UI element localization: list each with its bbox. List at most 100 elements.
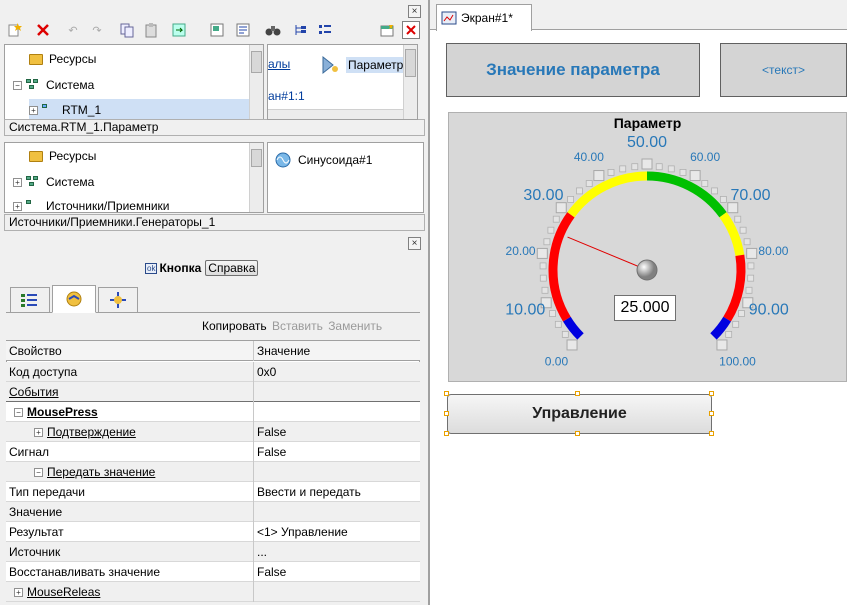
- help-button[interactable]: Справка: [205, 260, 259, 276]
- props-header: Свойство Значение: [6, 341, 420, 361]
- handle[interactable]: [444, 431, 449, 436]
- source-status: Источники/Приемники.Генераторы_1: [4, 214, 425, 231]
- close-icon[interactable]: [402, 21, 420, 39]
- new-menu-icon[interactable]: [6, 21, 24, 39]
- paste-icon[interactable]: [142, 21, 160, 39]
- gauge-minor-tick: [607, 169, 615, 176]
- header-value: Значение: [257, 344, 311, 358]
- gauge-minor-tick: [549, 310, 556, 317]
- gauge-tick-label: 40.00: [574, 150, 604, 164]
- panel-close-icon[interactable]: ×: [408, 5, 421, 18]
- prop-row-source[interactable]: Источник...: [6, 542, 420, 562]
- gauge-minor-tick: [631, 163, 639, 171]
- tree-item-rtm[interactable]: + RTM_1: [29, 99, 251, 119]
- button-object-icon: ok: [145, 262, 158, 274]
- expand-icon[interactable]: +: [34, 427, 43, 437]
- collapse-icon[interactable]: −: [34, 467, 43, 477]
- binoculars-icon[interactable]: [264, 21, 282, 39]
- tree-scrollbar[interactable]: [249, 45, 263, 119]
- handle[interactable]: [709, 391, 714, 396]
- source-scrollbar[interactable]: [249, 143, 263, 212]
- expand-icon[interactable]: +: [14, 587, 23, 597]
- tree-item-system[interactable]: − Система: [13, 75, 94, 95]
- prop-row-value[interactable]: Значение: [6, 502, 420, 522]
- copy-icon[interactable]: [118, 21, 136, 39]
- prop-row-mouserelease[interactable]: + MouseReleas: [6, 582, 420, 602]
- generator-panel[interactable]: Синусоида#1: [267, 142, 424, 213]
- prop-row-result[interactable]: Результат <1> Управление: [6, 522, 420, 542]
- system-icon: [26, 79, 40, 91]
- param-item[interactable]: Параметр: [320, 55, 406, 75]
- collapse-icon[interactable]: −: [14, 407, 23, 417]
- properties-tab-icon[interactable]: [10, 287, 50, 312]
- value-param-button[interactable]: Значение параметра: [446, 43, 700, 97]
- handle[interactable]: [575, 431, 580, 436]
- replace-link[interactable]: Заменить: [328, 319, 382, 333]
- handle[interactable]: [575, 391, 580, 396]
- list-icon[interactable]: [316, 21, 334, 39]
- editor-tab[interactable]: Экран#1*: [436, 4, 532, 31]
- expand-icon[interactable]: +: [13, 177, 22, 187]
- sinusoid-icon: [275, 152, 291, 168]
- handle[interactable]: [444, 391, 449, 396]
- tree-icon[interactable]: [292, 21, 310, 39]
- parameter-icon: [322, 55, 338, 75]
- list-fragment-bottom[interactable]: ан#1:1: [268, 89, 305, 103]
- props-actions: Копировать Вставить Заменить: [202, 319, 382, 333]
- gauge-band-low: [563, 316, 584, 340]
- gauge-band-warn-high: [723, 254, 746, 322]
- new-window-icon[interactable]: [378, 21, 396, 39]
- gauge-minor-tick: [745, 286, 753, 294]
- prop-row-transfer-type[interactable]: Тип передачи Ввести и передать: [6, 482, 420, 502]
- events-tab-icon[interactable]: [52, 285, 96, 313]
- gauge-major-tick: [593, 170, 605, 182]
- props-close-icon[interactable]: ×: [408, 237, 421, 250]
- prop-row-events[interactable]: События: [6, 382, 420, 402]
- gauge-major-tick: [566, 339, 578, 351]
- gauge-major-tick: [746, 247, 758, 259]
- delete-icon[interactable]: [34, 21, 52, 39]
- gauge-minor-tick: [719, 196, 727, 203]
- gauge-hub: [636, 259, 658, 281]
- source-tree[interactable]: Ресурсы + Система + Источники/Приемники: [4, 142, 264, 213]
- tree-item-resources[interactable]: Ресурсы: [29, 49, 96, 69]
- gauge-minor-tick: [543, 238, 551, 246]
- prop-row-pass-value[interactable]: − Передать значение: [6, 462, 420, 482]
- redo-icon[interactable]: ↷: [88, 21, 106, 39]
- find-icon[interactable]: [234, 21, 252, 39]
- prop-row-access-code[interactable]: Код доступа 0x0: [6, 362, 420, 382]
- source-item-resources[interactable]: Ресурсы: [29, 146, 96, 166]
- prop-row-confirm[interactable]: + Подтверждение False: [6, 422, 420, 442]
- folder-icon: [29, 53, 43, 65]
- source-item-io[interactable]: + Источники/Приемники: [13, 196, 169, 212]
- collapse-icon[interactable]: −: [13, 80, 22, 90]
- handle[interactable]: [709, 411, 714, 416]
- list-fragment-left[interactable]: алы: [268, 57, 290, 71]
- generator-item[interactable]: Синусоида#1: [274, 151, 372, 169]
- prop-row-restore[interactable]: Восстанавливать значение False: [6, 562, 420, 582]
- undo-icon[interactable]: ↶: [64, 21, 82, 39]
- prop-row-mousepress[interactable]: − MousePress: [6, 402, 420, 422]
- io-icon: [26, 200, 40, 212]
- transform-tab-icon[interactable]: [98, 287, 138, 312]
- prop-row-signal[interactable]: Сигнал False: [6, 442, 420, 462]
- system-icon: [26, 176, 40, 188]
- handle[interactable]: [709, 431, 714, 436]
- refresh-menu-icon[interactable]: [172, 21, 190, 39]
- handle[interactable]: [444, 411, 449, 416]
- list-vscroll[interactable]: [403, 45, 417, 119]
- text-button[interactable]: <текст>: [720, 43, 847, 97]
- paste-link[interactable]: Вставить: [272, 319, 323, 333]
- list-hscroll[interactable]: [268, 109, 405, 119]
- gauge-major-tick: [689, 170, 701, 182]
- properties-icon[interactable]: [208, 21, 226, 39]
- object-list-panel[interactable]: алы Параметр ан#1:1: [267, 44, 418, 120]
- gauge-major-tick: [727, 202, 739, 214]
- expand-icon[interactable]: +: [13, 201, 22, 211]
- resource-tree[interactable]: Ресурсы − Система + RTM_1: [4, 44, 264, 120]
- control-button[interactable]: Управление: [447, 394, 712, 434]
- gauge-minor-tick: [747, 262, 755, 270]
- expand-icon[interactable]: +: [29, 105, 38, 115]
- source-item-system[interactable]: + Система: [13, 172, 94, 192]
- copy-link[interactable]: Копировать: [202, 319, 267, 333]
